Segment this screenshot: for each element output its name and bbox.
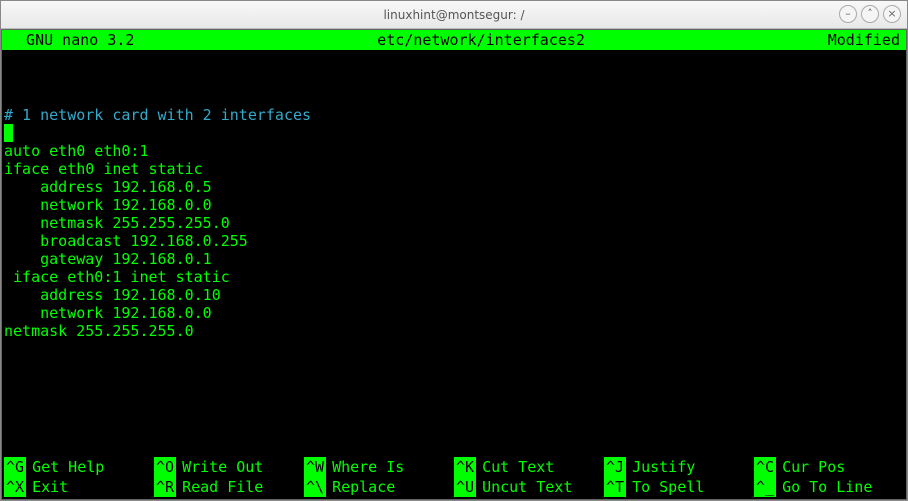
shortcut-replace: ^\Replace xyxy=(304,477,454,497)
shortcut-label: Get Help xyxy=(26,457,104,477)
shortcut-key: ^R xyxy=(154,477,176,497)
shortcut-get-help: ^GGet Help xyxy=(4,457,154,477)
nano-filename: etc/network/interfaces2 xyxy=(134,30,827,50)
terminal-window: linuxhint@montsegur: / – ˄ × GNU nano 3.… xyxy=(0,0,908,501)
nano-status: Modified xyxy=(828,30,906,50)
comment-line: # 1 network card with 2 interfaces xyxy=(4,106,906,124)
shortcut-cur-pos: ^CCur Pos xyxy=(754,457,904,477)
shortcut-justify: ^JJustify xyxy=(604,457,754,477)
shortcut-exit: ^XExit xyxy=(4,477,154,497)
config-line: iface eth0 inet static xyxy=(4,160,906,178)
shortcut-label: Replace xyxy=(326,477,395,497)
shortcut-label: Go To Line xyxy=(776,477,872,497)
shortcut-label: Where Is xyxy=(326,457,404,477)
terminal-area[interactable]: GNU nano 3.2 etc/network/interfaces2 Mod… xyxy=(1,29,907,500)
config-line: netmask 255.255.255.0 xyxy=(4,322,906,340)
shortcut-key: ^_ xyxy=(754,477,776,497)
shortcut-key: ^J xyxy=(604,457,626,477)
config-line: gateway 192.168.0.1 xyxy=(4,250,906,268)
shortcut-to-spell: ^TTo Spell xyxy=(604,477,754,497)
shortcut-uncut-text: ^UUncut Text xyxy=(454,477,604,497)
shortcut-key: ^X xyxy=(4,477,26,497)
config-line: address 192.168.0.10 xyxy=(4,286,906,304)
shortcut-label: Cur Pos xyxy=(776,457,845,477)
shortcut-key: ^T xyxy=(604,477,626,497)
shortcut-cut-text: ^KCut Text xyxy=(454,457,604,477)
shortcut-label: Cut Text xyxy=(476,457,554,477)
minimize-button[interactable]: – xyxy=(839,5,857,23)
shortcut-key: ^W xyxy=(304,457,326,477)
shortcut-where-is: ^WWhere Is xyxy=(304,457,454,477)
shortcut-label: Write Out xyxy=(176,457,263,477)
config-line: broadcast 192.168.0.255 xyxy=(4,232,906,250)
shortcut-key: ^G xyxy=(4,457,26,477)
shortcut-row-1: ^GGet Help ^OWrite Out ^WWhere Is ^KCut … xyxy=(4,457,904,477)
config-line: network 192.168.0.0 xyxy=(4,196,906,214)
shortcut-read-file: ^RRead File xyxy=(154,477,304,497)
cursor xyxy=(4,124,13,142)
editor-content[interactable]: # 1 network card with 2 interfaces auto … xyxy=(2,50,906,376)
config-line: address 192.168.0.5 xyxy=(4,178,906,196)
shortcut-label: Uncut Text xyxy=(476,477,572,497)
shortcut-key: ^\ xyxy=(304,477,326,497)
shortcut-label: To Spell xyxy=(626,477,704,497)
window-title: linuxhint@montsegur: / xyxy=(383,8,524,22)
nano-shortcuts: ^GGet Help ^OWrite Out ^WWhere Is ^KCut … xyxy=(4,457,904,497)
shortcut-key: ^O xyxy=(154,457,176,477)
window-titlebar: linuxhint@montsegur: / – ˄ × xyxy=(1,1,907,29)
config-line: network 192.168.0.0 xyxy=(4,304,906,322)
maximize-button[interactable]: ˄ xyxy=(861,5,879,23)
nano-version: GNU nano 3.2 xyxy=(2,30,134,50)
shortcut-label: Read File xyxy=(176,477,263,497)
close-button[interactable]: × xyxy=(883,5,901,23)
shortcut-row-2: ^XExit ^RRead File ^\Replace ^UUncut Tex… xyxy=(4,477,904,497)
shortcut-key: ^C xyxy=(754,457,776,477)
shortcut-label: Exit xyxy=(26,477,68,497)
config-line: iface eth0:1 inet static xyxy=(4,268,906,286)
config-line: auto eth0 eth0:1 xyxy=(4,142,906,160)
shortcut-label: Justify xyxy=(626,457,695,477)
shortcut-key: ^K xyxy=(454,457,476,477)
nano-header-bar: GNU nano 3.2 etc/network/interfaces2 Mod… xyxy=(2,30,906,50)
shortcut-go-to-line: ^_Go To Line xyxy=(754,477,904,497)
window-controls: – ˄ × xyxy=(839,5,901,23)
shortcut-key: ^U xyxy=(454,477,476,497)
config-line: netmask 255.255.255.0 xyxy=(4,214,906,232)
shortcut-write-out: ^OWrite Out xyxy=(154,457,304,477)
